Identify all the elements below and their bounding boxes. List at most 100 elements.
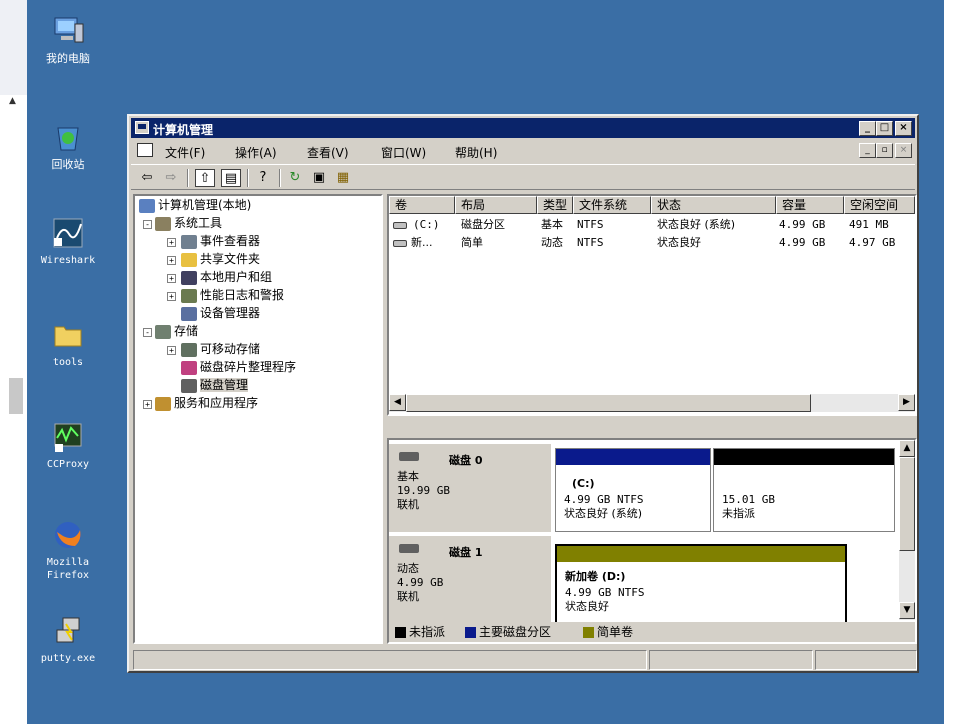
device-manager-icon [181,306,197,321]
tree-node-removable-storage[interactable]: 可移动存储 [181,340,260,358]
desktop-icon-ccproxy[interactable]: CCProxy [33,420,103,471]
desktop-icon-label: Mozilla [46,557,90,568]
collapse-toggle-icon[interactable]: - [143,328,152,337]
tools-icon [155,216,171,231]
tree-node-disk-management[interactable]: 磁盘管理 [181,376,249,394]
services-icon [155,396,171,411]
mdi-minimize-icon[interactable]: _ [859,143,876,158]
volume-icon [393,222,407,229]
recycle-bin-icon [51,120,85,154]
cell-filesystem: NTFS [577,218,604,231]
column-header-filesystem[interactable]: 文件系统 [573,196,651,214]
table-row[interactable]: (C:) 磁盘分区 基本 NTFS 状态良好 (系统) 4.99 GB 491 … [389,216,915,234]
collapse-toggle-icon[interactable]: - [143,220,152,229]
disk-icon [399,452,419,461]
vertical-scrollbar[interactable]: ▲ ▼ [899,440,915,620]
mdi-window-icon[interactable] [137,143,153,157]
desktop-icon-firefox[interactable]: Mozilla Firefox [33,518,103,582]
expand-toggle-icon[interactable]: + [167,256,176,265]
minimize-icon[interactable]: _ [859,121,876,136]
legend: 未指派 主要磁盘分区 简单卷 [389,622,915,642]
cell-status: 状态良好 (系统) [657,218,736,231]
tree-node-device-manager[interactable]: 设备管理器 [181,304,260,322]
cell-volume: 新... [411,236,433,249]
desktop-icon-label: CCProxy [46,459,90,470]
users-icon [181,270,197,285]
vertical-scroll-thumb[interactable] [899,457,915,551]
disk-1-header[interactable]: 磁盘 1 动态 4.99 GB 联机 [389,536,551,624]
disk-0-header[interactable]: 磁盘 0 基本 19.99 GB 联机 [389,444,551,532]
expand-toggle-icon[interactable]: + [167,238,176,247]
toolbar: ⇦ ⇨ ⇧ ▤ ? ↻ ▣ ▦ [131,164,915,190]
left-panel-strip: ▲ [0,0,27,724]
expand-toggle-icon[interactable]: + [167,274,176,283]
unallocated-space[interactable]: 15.01 GB 未指派 [713,448,895,532]
toolbar-separator [279,169,281,187]
desktop-icon-tools[interactable]: tools [33,318,103,369]
tree-node-system-tools[interactable]: 系统工具 [155,214,222,232]
scroll-left-icon[interactable]: ◀ [389,394,406,411]
scroll-thumb[interactable] [9,378,23,414]
scroll-up-icon[interactable]: ▲ [899,440,915,457]
column-header-layout[interactable]: 布局 [455,196,537,214]
properties-icon[interactable]: ▣ [309,169,329,187]
desktop-icon-recycle-bin[interactable]: 回收站 [33,120,103,171]
back-arrow-icon[interactable]: ⇦ [137,169,157,187]
forward-arrow-icon[interactable]: ⇨ [161,169,181,187]
shared-folder-icon [181,252,197,267]
close-icon[interactable]: × [895,121,912,136]
horizontal-scrollbar[interactable]: ◀ ▶ [389,394,915,412]
scroll-up-arrow-icon[interactable]: ▲ [9,96,16,106]
help-icon[interactable]: ? [253,169,273,187]
menu-bar: 文件(F) 操作(A) 查看(V) 窗口(W) 帮助(H) _ ▫ × [131,140,915,162]
cell-capacity: 4.99 GB [779,236,826,249]
volume-d[interactable]: 新加卷 (D:) 4.99 GB NTFS 状态良好 [555,544,847,624]
tree-node-root[interactable]: 计算机管理(本地) [139,196,251,214]
table-row[interactable]: 新... 简单 动态 NTFS 状态良好 4.99 GB 4.97 GB [389,234,915,252]
toolbar-separator [187,169,189,187]
tree-node-defrag[interactable]: 磁盘碎片整理程序 [181,358,296,376]
tree-node-storage[interactable]: 存储 [155,322,198,340]
tree-label: 计算机管理(本地) [158,198,252,212]
column-header-free-space[interactable]: 空闲空间 [844,196,915,214]
desktop-icon-putty[interactable]: putty.exe [33,614,103,665]
menu-help[interactable]: 帮助(H) [455,144,497,161]
menu-window[interactable]: 窗口(W) [381,144,426,161]
cell-type: 基本 [541,218,563,231]
expand-toggle-icon[interactable]: + [143,400,152,409]
expand-toggle-icon[interactable]: + [167,292,176,301]
expand-toggle-icon[interactable]: + [167,346,176,355]
horizontal-scroll-thumb[interactable] [406,394,811,412]
tree-node-local-users[interactable]: 本地用户和组 [181,268,272,286]
maximize-icon[interactable]: □ [876,121,893,136]
mdi-restore-icon[interactable]: ▫ [876,143,893,158]
menu-file[interactable]: 文件(F) [165,144,205,161]
volume-c[interactable]: (C:) 4.99 GB NTFS 状态良好 (系统) [555,448,711,532]
up-folder-icon[interactable]: ⇧ [195,169,215,187]
mdi-close-icon[interactable]: × [895,143,912,158]
volume-size-fs: 4.99 GB NTFS [564,493,644,506]
column-header-type[interactable]: 类型 [537,196,573,214]
scroll-right-icon[interactable]: ▶ [898,394,915,411]
tree-node-services[interactable]: 服务和应用程序 [155,394,258,412]
tree-node-perf-logs[interactable]: 性能日志和警报 [181,286,284,304]
column-header-status[interactable]: 状态 [651,196,776,214]
show-hide-tree-icon[interactable]: ▤ [221,169,241,187]
desktop-icon-label: 回收站 [51,158,85,171]
tree-node-event-viewer[interactable]: 事件查看器 [181,232,260,250]
menu-action[interactable]: 操作(A) [235,144,277,161]
disk-state: 联机 [397,590,419,603]
title-bar[interactable]: 计算机管理 _ □ × [131,118,915,138]
menu-view[interactable]: 查看(V) [307,144,349,161]
export-icon[interactable]: ▦ [333,169,353,187]
volume-label: (C:) [572,477,595,490]
status-pane [815,650,917,670]
desktop-icon-my-computer[interactable]: 我的电脑 [26,14,110,65]
tree-node-shared-folders[interactable]: 共享文件夹 [181,250,260,268]
column-header-capacity[interactable]: 容量 [776,196,844,214]
desktop-icon-wireshark[interactable]: Wireshark [33,216,103,267]
desktop-icon-label: 我的电脑 [46,52,90,65]
column-header-volume[interactable]: 卷 [389,196,455,214]
refresh-icon[interactable]: ↻ [285,169,305,187]
scroll-down-icon[interactable]: ▼ [899,602,915,619]
